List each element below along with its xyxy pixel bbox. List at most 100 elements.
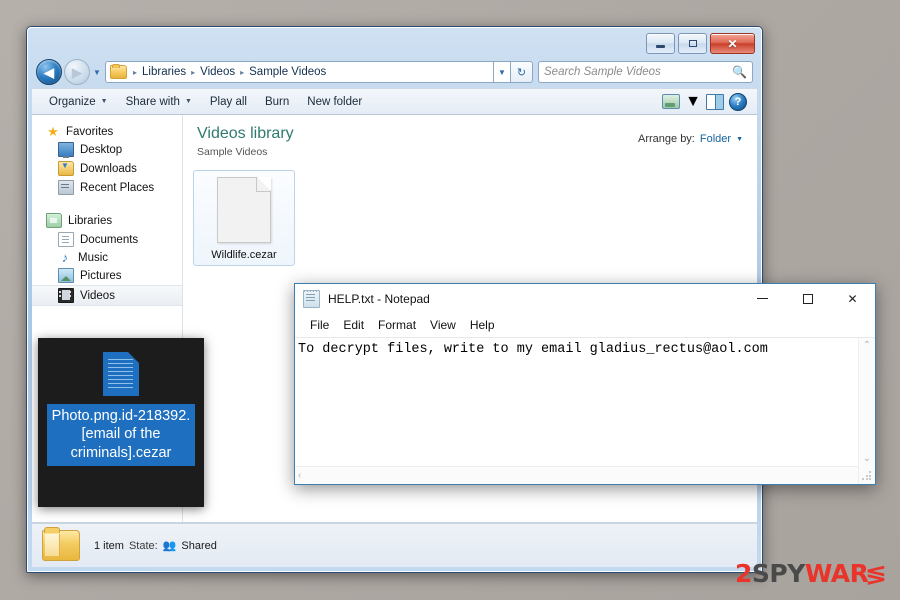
forward-button[interactable]: ▶ [64,59,90,85]
desktop-icon [58,142,74,158]
sidebar-item-desktop[interactable]: Desktop [32,140,182,159]
pictures-icon [58,268,74,283]
state-label: State: [128,539,158,552]
preview-pane-left [707,94,716,109]
burn-button[interactable]: Burn [256,93,298,111]
search-box[interactable]: Search Sample Videos 🔍 [538,61,753,83]
library-title-block: Videos library Sample Videos [197,125,294,158]
notepad-close-button[interactable]: ✕ [830,284,875,313]
notepad-menubar: File Edit Format View Help [295,313,875,338]
notepad-text-area[interactable]: To decrypt files, write to my email glad… [295,338,858,484]
file-icon-lines [108,359,133,389]
explorer-close-button[interactable]: ✕ [710,33,755,54]
encrypted-file-icon[interactable] [103,352,139,396]
sidebar-label: Downloads [80,162,137,175]
scroll-left-icon[interactable]: ‹ [298,470,301,481]
page-title: Videos library [197,125,294,142]
sidebar-label: Recent Places [80,181,155,194]
breadcrumb-item-libraries[interactable]: Libraries [141,66,187,78]
item-count: 1 item [94,539,124,552]
notepad-vertical-scrollbar[interactable]: ⌃ ⌄ [858,338,875,484]
notepad-minimize-button[interactable] [740,284,785,313]
sidebar-item-downloads[interactable]: Downloads [32,159,182,178]
details-text: 1 item State: 👥 Shared [94,539,217,553]
chevron-down-icon[interactable]: ▼ [685,93,701,111]
menu-item-help[interactable]: Help [463,316,502,334]
scroll-up-icon[interactable]: ⌃ [863,340,871,351]
back-arrow-icon: ◀ [44,64,54,80]
breadcrumb-item-videos[interactable]: Videos [199,66,236,78]
sidebar-item-videos[interactable]: Videos [32,285,182,306]
explorer-maximize-button[interactable] [678,33,707,54]
help-icon[interactable]: ? [729,92,747,111]
address-dropdown-button[interactable]: ▼ [494,61,511,83]
encrypted-file-overlay: Photo.png.id-218392.[email of the crimin… [38,338,204,507]
star-icon: ★ [47,124,59,139]
menu-item-format[interactable]: Format [371,316,423,334]
sidebar-label: Music [78,251,109,264]
play-all-button[interactable]: Play all [201,93,256,111]
arrange-by-label: Arrange by: [638,133,695,145]
sidebar-item-recent-places[interactable]: Recent Places [32,178,182,197]
sidebar-item-documents[interactable]: Documents [32,230,182,249]
watermark-part-3: WAR [804,559,869,588]
nav-group-spacer [32,199,182,211]
sidebar-item-pictures[interactable]: Pictures [32,266,182,285]
explorer-command-bar: Organize ▼ Share with ▼ Play all Burn Ne… [32,88,757,115]
breadcrumb-item-sample-videos[interactable]: Sample Videos [248,66,327,78]
sidebar-label: Libraries [68,214,113,227]
resize-grip[interactable] [861,470,873,482]
share-with-button[interactable]: Share with ▼ [117,93,201,111]
spyware-watermark: 2 SPY WAR ≶ [734,559,888,588]
organize-label: Organize [49,95,96,108]
file-name-label: Wildlife.cezar [211,248,277,261]
sidebar-label: Videos [80,289,115,302]
music-icon: ♪ [61,250,69,265]
history-dropdown-button[interactable]: ▼ [90,68,104,77]
notepad-titlebar[interactable]: HELP.txt - Notepad ✕ [295,284,875,313]
sidebar-item-libraries[interactable]: Libraries [32,211,182,230]
notepad-icon [303,289,320,308]
forward-arrow-icon: ▶ [72,64,82,80]
recent-places-icon [58,180,74,195]
menu-item-edit[interactable]: Edit [336,316,371,334]
sidebar-item-favorites[interactable]: ★ Favorites [32,123,182,140]
menu-item-view[interactable]: View [423,316,463,334]
notepad-horizontal-scrollbar[interactable]: ‹ [295,466,858,484]
notepad-text-area-wrapper: To decrypt files, write to my email glad… [295,338,875,484]
notepad-window: HELP.txt - Notepad ✕ File Edit Format Vi… [294,283,876,485]
watermark-part-1: 2 [734,559,752,588]
library-header: Videos library Sample Videos Arrange by:… [183,115,757,164]
arrange-by-value[interactable]: Folder [700,133,731,145]
sidebar-item-music[interactable]: ♪ Music [32,249,182,266]
notepad-maximize-button[interactable] [785,284,830,313]
explorer-minimize-button[interactable] [646,33,675,54]
view-mode-icon[interactable] [662,94,681,109]
explorer-titlebar[interactable]: ✕ [28,28,761,58]
encrypted-file-name-label[interactable]: Photo.png.id-218392.[email of the crimin… [47,404,195,467]
explorer-address-row: ◀ ▶ ▼ ▸ Libraries ▸ Videos ▸ Sample Vide… [36,58,753,86]
search-input[interactable]: Search Sample Videos [544,66,732,78]
minimize-glyph [757,298,768,299]
address-bar[interactable]: ▸ Libraries ▸ Videos ▸ Sample Videos [105,61,494,83]
chevron-down-icon: ▼ [736,135,743,143]
share-with-label: Share with [125,95,180,108]
search-icon: 🔍 [732,65,747,79]
minimize-glyph [656,44,665,48]
breadcrumb-separator: ▸ [191,67,196,77]
refresh-button[interactable]: ↻ [511,61,533,83]
organize-button[interactable]: Organize ▼ [40,93,117,111]
back-button[interactable]: ◀ [36,59,62,85]
arrange-by-control[interactable]: Arrange by: Folder ▼ [638,125,743,145]
notepad-title: HELP.txt - Notepad [328,291,430,306]
sidebar-label: Documents [80,233,139,246]
scroll-down-icon[interactable]: ⌄ [863,453,871,464]
libraries-icon [46,213,62,228]
maximize-glyph [688,40,697,47]
shared-users-icon: 👥 [162,540,177,552]
nav-group-favorites: ★ Favorites Desktop Downloads [32,123,182,197]
preview-pane-icon[interactable] [706,93,724,110]
menu-item-file[interactable]: File [303,316,336,334]
new-folder-button[interactable]: New folder [298,93,371,111]
file-item[interactable]: Wildlife.cezar [193,169,295,266]
